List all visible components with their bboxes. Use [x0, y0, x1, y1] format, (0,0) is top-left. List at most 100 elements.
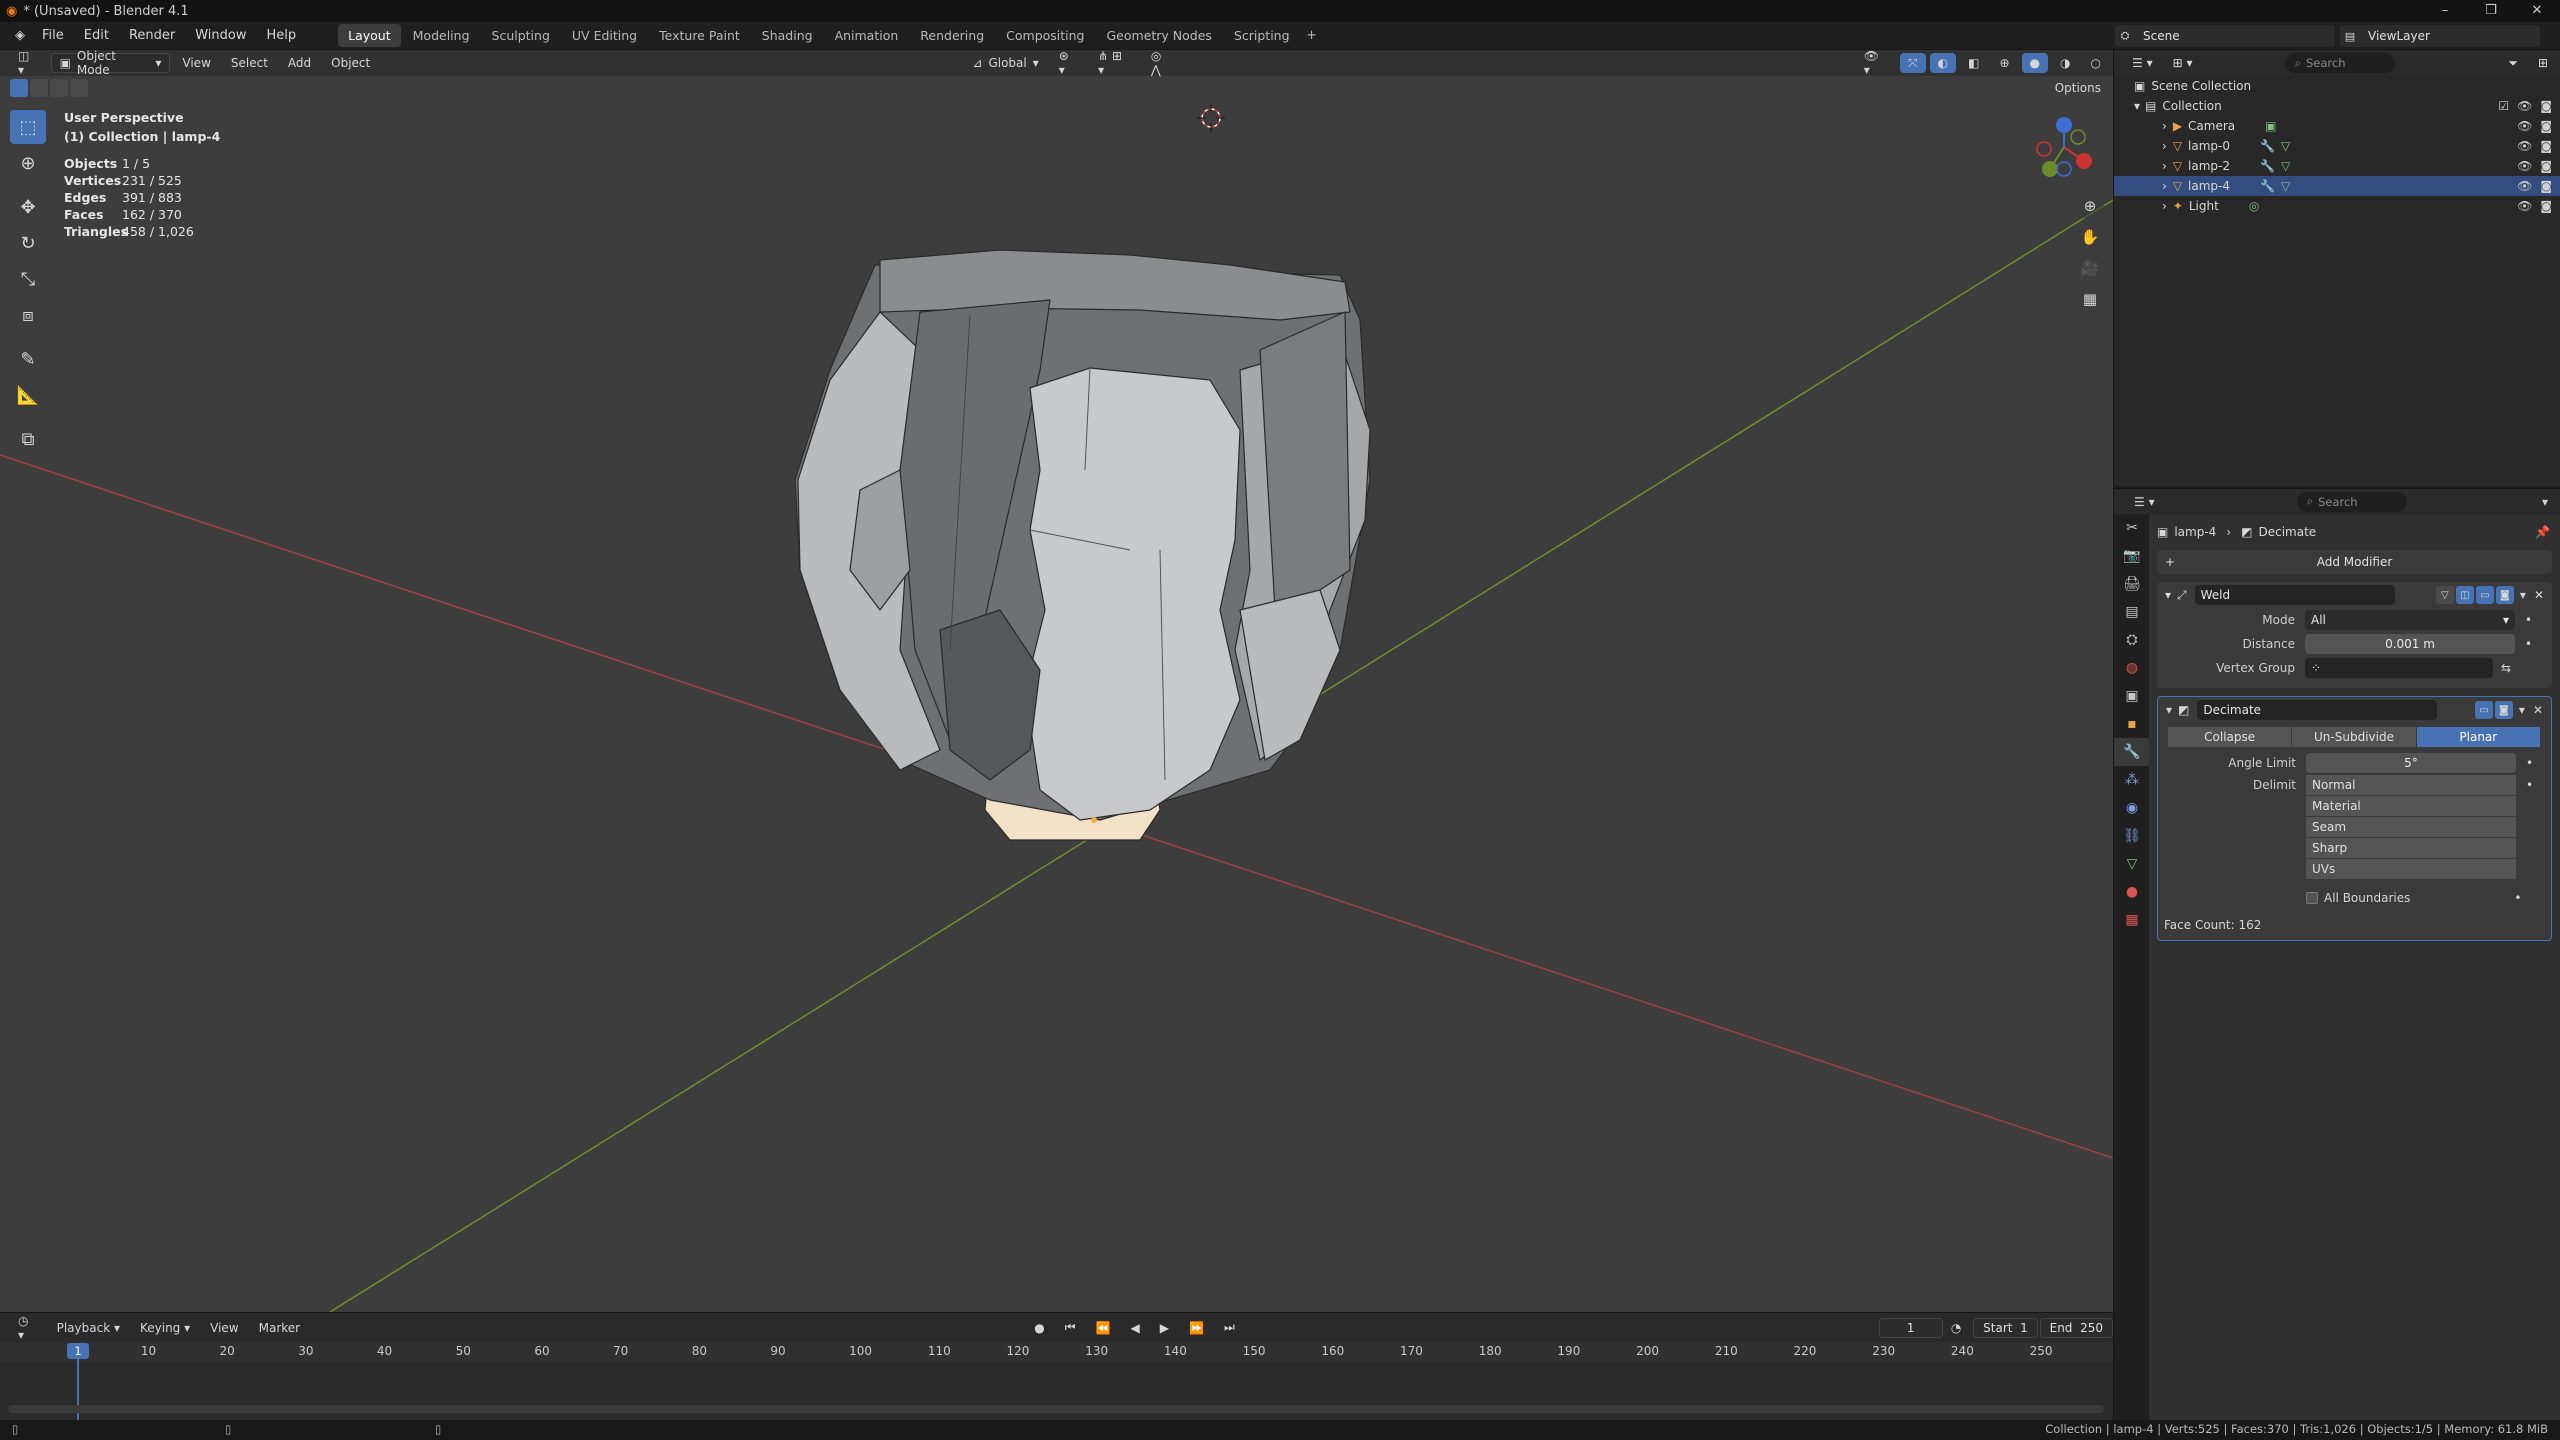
tab-compositing[interactable]: Compositing [996, 24, 1094, 47]
mesh-data-icon[interactable]: ▽ [2281, 179, 2290, 193]
eye-icon[interactable]: 👁 [2517, 159, 2532, 173]
physics-tab-icon[interactable]: ◉ [2114, 794, 2150, 822]
current-frame-field[interactable]: 1 [1878, 1317, 1943, 1338]
chevron-down-icon[interactable]: ▾ [2534, 492, 2556, 512]
menu-add[interactable]: Add [280, 53, 319, 73]
eye-icon[interactable]: 👁 [2517, 179, 2532, 193]
chevron-down-icon[interactable]: ▾ [2134, 99, 2140, 113]
menu-view[interactable]: View [174, 53, 218, 73]
tab-texture-paint[interactable]: Texture Paint [649, 24, 750, 47]
3d-viewport[interactable] [0, 50, 2113, 1312]
measure-tool-icon[interactable]: 📐 [10, 378, 46, 412]
properties-editor-icon[interactable]: ☰ ▾ [2126, 492, 2163, 512]
timeline-editor-icon[interactable]: ◷ ▾ [10, 1314, 45, 1342]
keyframe-dot-icon[interactable]: • [2525, 637, 2532, 651]
data-tab-icon[interactable]: ▽ [2114, 850, 2150, 878]
invert-icon[interactable]: ⇆ [2501, 661, 2511, 675]
close-icon[interactable]: ✕ [2534, 588, 2544, 602]
camera-render-icon[interactable]: ◙ [2540, 139, 2552, 153]
menu-window[interactable]: Window [185, 28, 256, 43]
tool-tab-icon[interactable]: ✂ [2114, 514, 2150, 542]
material-tab-icon[interactable]: ● [2114, 878, 2150, 906]
weld-modifier-header[interactable]: ▾ ⤢ Weld ▽ ◫ ▭ ◙ ▾ ✕ [2157, 582, 2552, 608]
chevron-down-icon[interactable]: ▾ [2520, 588, 2526, 602]
scale-tool-icon[interactable]: ⤡ [10, 262, 46, 296]
camera-view-icon[interactable]: 🎥 [2076, 254, 2104, 282]
annotate-tool-icon[interactable]: ✎ [10, 342, 46, 376]
outliner-search-input[interactable]: ⌕ Search [2284, 53, 2395, 73]
playhead-frame-badge[interactable]: 1 [67, 1343, 89, 1359]
all-boundaries-checkbox[interactable]: All Boundaries [2306, 891, 2410, 905]
delimit-uvs-option[interactable]: UVs [2306, 859, 2516, 879]
delimit-material-option[interactable]: Material [2306, 796, 2516, 816]
eye-icon[interactable]: 👁 [2517, 119, 2532, 133]
menu-marker[interactable]: Marker [251, 1318, 308, 1338]
wrench-icon[interactable]: 🔧 [2260, 159, 2275, 173]
vertex-group-field[interactable]: ⁘ [2305, 658, 2493, 678]
chevron-right-icon[interactable]: › [2162, 199, 2167, 213]
menu-file[interactable]: File [32, 28, 74, 43]
outliner-item-camera[interactable]: › ▶ Camera ▣ 👁 ◙ [2114, 116, 2560, 136]
editor-type-icon[interactable]: ◫ ▾ [10, 49, 47, 77]
mode-unsubdivide-button[interactable]: Un-Subdivide [2292, 727, 2416, 747]
tab-sculpting[interactable]: Sculpting [482, 24, 560, 47]
select-intersect-icon[interactable] [70, 79, 88, 97]
shading-wireframe-icon[interactable]: ⊕ [1991, 53, 2017, 73]
chevron-right-icon[interactable]: › [2162, 119, 2167, 133]
render-icon[interactable]: ◙ [2494, 701, 2513, 719]
properties-search-input[interactable]: ⌕ Search [2296, 491, 2407, 512]
clock-icon[interactable]: ◔ [1943, 1318, 1969, 1338]
tab-uv-editing[interactable]: UV Editing [562, 24, 647, 47]
light-data-icon[interactable]: ◎ [2249, 199, 2259, 213]
snap-icon[interactable]: ⋔ ⊞ ▾ [1090, 49, 1139, 77]
outliner-item-lamp-4[interactable]: › ▽ lamp-4 🔧 ▽ 👁 ◙ [2114, 176, 2560, 196]
add-cube-tool-icon[interactable]: ⧉ [10, 422, 46, 456]
close-button[interactable]: ✕ [2514, 0, 2560, 22]
jump-end-icon[interactable]: ⏭ [1216, 1318, 1243, 1338]
on-cage-icon[interactable]: ▽ [2435, 586, 2454, 604]
start-frame-field[interactable]: Start 1 [1973, 1317, 2038, 1338]
play-reverse-icon[interactable]: ◀ [1123, 1318, 1148, 1338]
shading-material-icon[interactable]: ◑ [2052, 53, 2078, 73]
render-tab-icon[interactable]: 📷 [2114, 542, 2150, 570]
shading-rendered-icon[interactable]: ○ [2083, 53, 2109, 73]
output-tab-icon[interactable]: 🖨 [2114, 570, 2150, 598]
scene-tab-icon[interactable]: ⛭ [2114, 626, 2150, 654]
close-icon[interactable]: ✕ [2533, 703, 2543, 717]
select-new-icon[interactable] [10, 79, 28, 97]
eye-icon[interactable]: 👁 [2517, 199, 2532, 213]
render-icon[interactable]: ◙ [2495, 586, 2514, 604]
weld-name-field[interactable]: Weld [2194, 585, 2395, 605]
menu-select[interactable]: Select [223, 53, 276, 73]
xray-toggle-icon[interactable]: ◧ [1960, 53, 1987, 73]
select-extend-icon[interactable] [30, 79, 48, 97]
select-subtract-icon[interactable] [50, 79, 68, 97]
menu-edit[interactable]: Edit [74, 28, 119, 43]
mode-collapse-button[interactable]: Collapse [2168, 727, 2292, 747]
menu-keying[interactable]: Keying ▾ [132, 1318, 198, 1338]
select-box-tool-icon[interactable]: ⬚ [10, 110, 46, 144]
collection-tab-icon[interactable]: ▣ [2114, 682, 2150, 710]
camera-render-icon[interactable]: ◙ [2540, 99, 2552, 113]
tab-scripting[interactable]: Scripting [1224, 24, 1300, 47]
visibility-icon[interactable]: 👁 ▾ [1856, 49, 1896, 77]
chevron-right-icon[interactable]: › [2162, 179, 2167, 193]
new-collection-icon[interactable]: ⊞ [2530, 53, 2556, 73]
shading-solid-icon[interactable]: ● [2021, 53, 2049, 73]
camera-render-icon[interactable]: ◙ [2540, 159, 2552, 173]
add-modifier-button[interactable]: + Add Modifier [2157, 550, 2552, 574]
add-workspace-button[interactable]: + [1300, 28, 1324, 43]
tab-modeling[interactable]: Modeling [403, 24, 480, 47]
tab-rendering[interactable]: Rendering [910, 24, 994, 47]
wrench-icon[interactable]: 🔧 [2260, 179, 2275, 193]
texture-tab-icon[interactable]: ▦ [2114, 906, 2150, 934]
checkbox-icon[interactable]: ☑ [2498, 99, 2509, 113]
chevron-right-icon[interactable]: › [2162, 159, 2167, 173]
delimit-normal-option[interactable]: Normal [2306, 775, 2516, 795]
display-mode-icon[interactable]: ⊞ ▾ [2165, 53, 2201, 73]
camera-render-icon[interactable]: ◙ [2540, 199, 2552, 213]
decimate-modifier-header[interactable]: ▾ ◩ Decimate ▭ ◙ ▾ ✕ [2158, 697, 2551, 723]
mode-planar-button[interactable]: Planar [2416, 727, 2540, 747]
timeline-scrollbar[interactable] [8, 1405, 2104, 1413]
view-layer-tab-icon[interactable]: ▤ [2114, 598, 2150, 626]
